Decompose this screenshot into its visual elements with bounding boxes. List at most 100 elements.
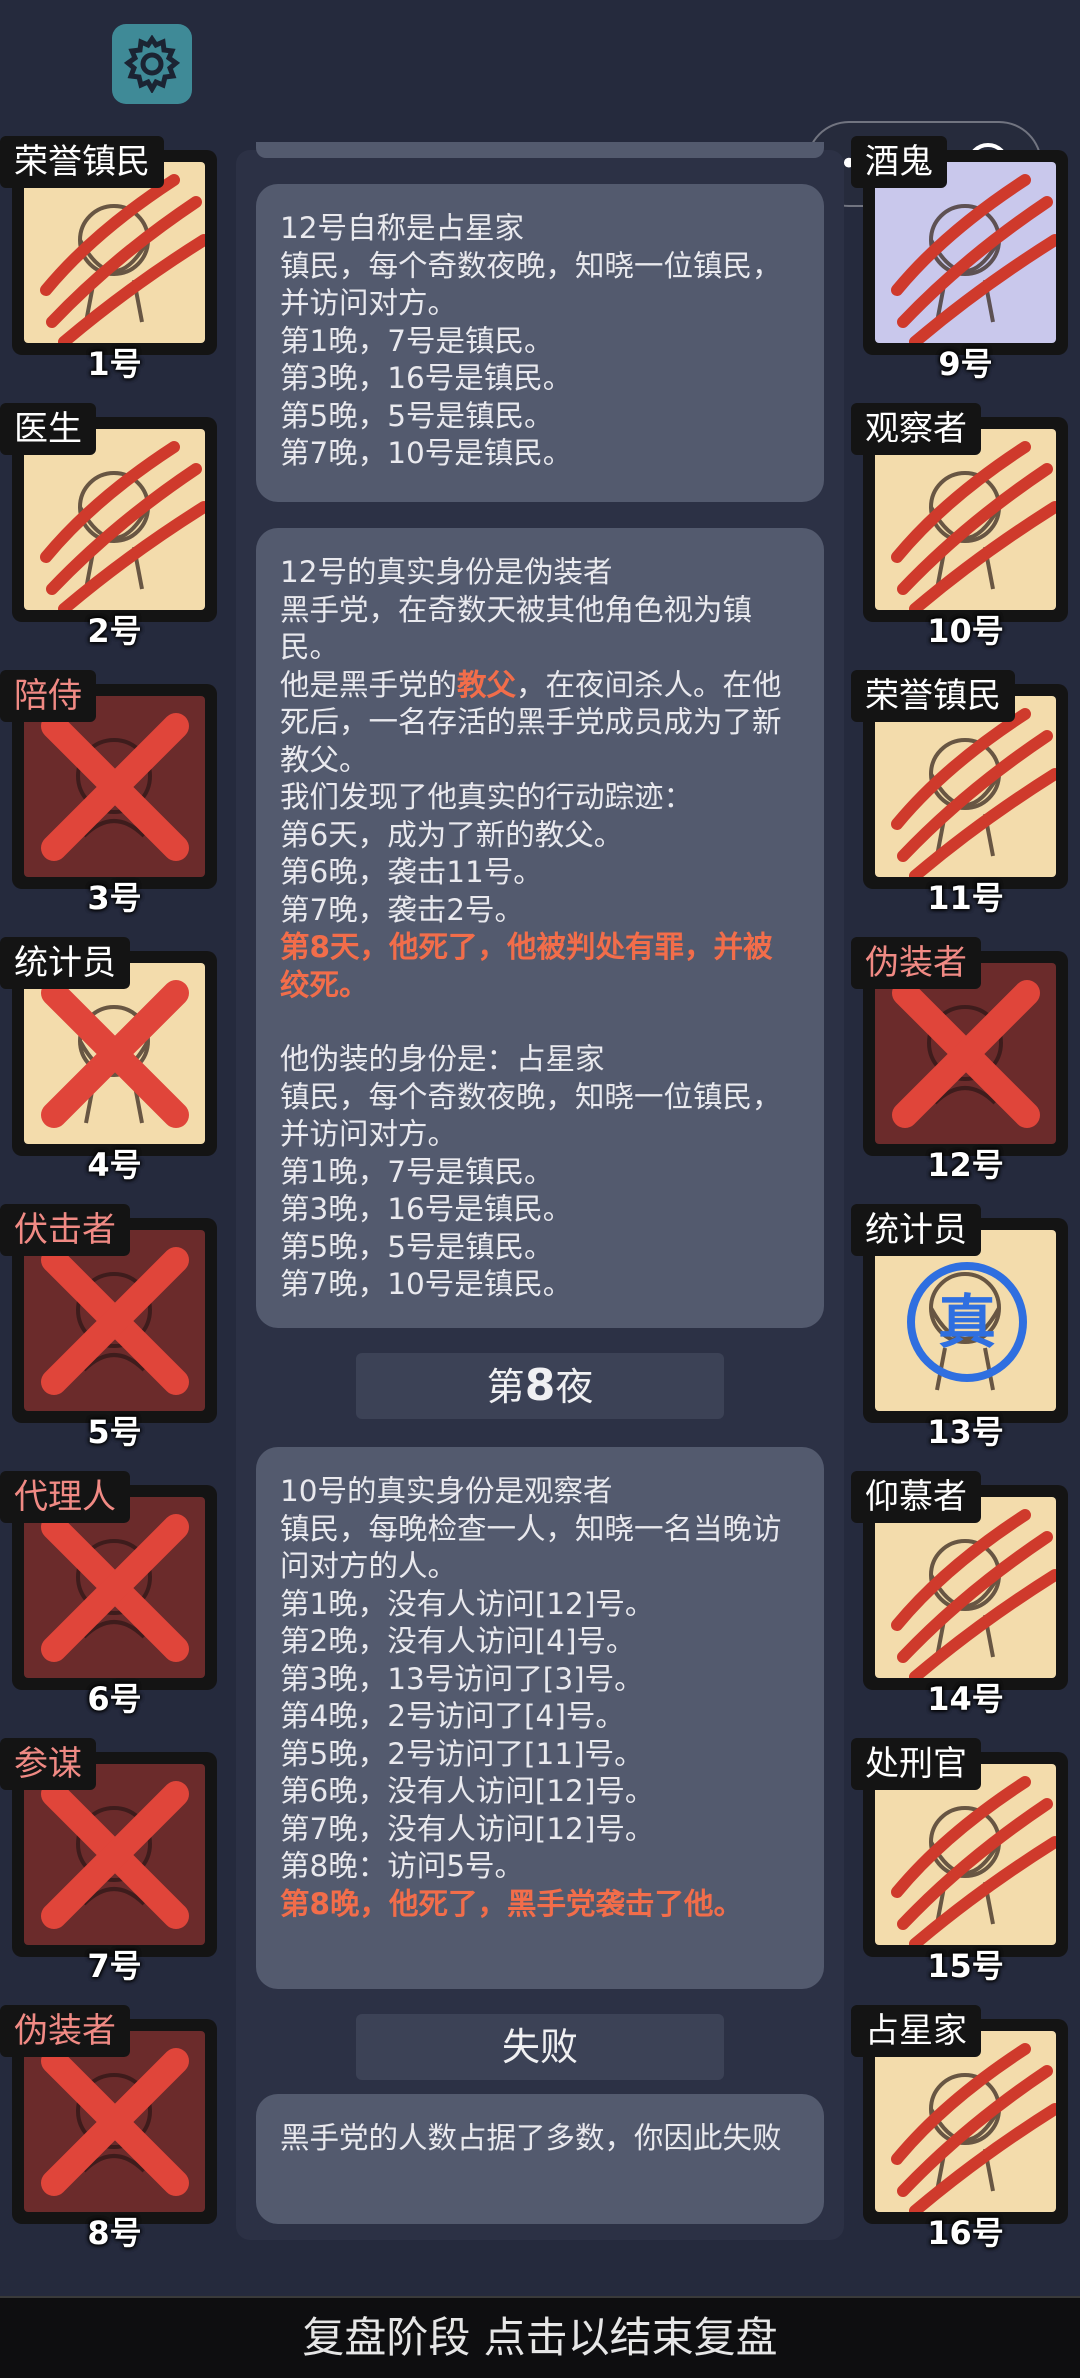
- role-portrait: 真: [875, 1230, 1056, 1411]
- player-card-4号[interactable]: 统计员 4号: [0, 937, 217, 1184]
- claw-slash-icon: [891, 174, 1056, 343]
- log-line: 第1晚，7号是镇民。: [280, 1154, 554, 1189]
- player-card-8号[interactable]: 伪装者 8号: [0, 2005, 217, 2252]
- seat-number: 11号: [927, 879, 1004, 917]
- role-label: 伏击者: [0, 1204, 130, 1256]
- godfather-highlight: 教父: [457, 667, 517, 702]
- end-review-button[interactable]: 复盘阶段 点击以结束复盘: [0, 2296, 1080, 2378]
- log-line: 第4晚，2号访问了[4]号。: [280, 1699, 625, 1733]
- role-label: 处刑官: [851, 1738, 981, 1790]
- role-label: 统计员: [0, 937, 130, 989]
- role-label: 陪侍: [0, 670, 96, 722]
- seat-number: 3号: [87, 879, 142, 917]
- player-card-15号[interactable]: 处刑官 15号: [851, 1738, 1068, 1985]
- settings-button[interactable]: [112, 24, 192, 104]
- role-portrait: [875, 1764, 1056, 1945]
- player-card-10号[interactable]: 观察者 10号: [851, 403, 1068, 650]
- role-portrait: [24, 429, 205, 610]
- player-card-11号[interactable]: 荣誉镇民 11号: [851, 670, 1068, 917]
- seat-number: 8号: [87, 2214, 142, 2252]
- log-line: 10号的真实身份是观察者: [280, 1474, 613, 1508]
- red-cross-icon: [892, 980, 1040, 1128]
- seat-number: 10号: [927, 612, 1004, 650]
- log-prev-bubble-edge: [256, 142, 824, 158]
- log-bubble-identity: 12号的真实身份是伪装者 黑手党，在奇数天被其他角色视为镇民。 他是黑手党的教父…: [256, 528, 824, 1328]
- log-bubble-claim: 12号自称是占星家 镇民，每个奇数夜晚，知晓一位镇民，并访问对方。 第1晚，7号…: [256, 184, 824, 502]
- player-card-1号[interactable]: 荣誉镇民 1号: [0, 136, 217, 383]
- player-card-9号[interactable]: 酒鬼 9号: [851, 136, 1068, 383]
- log-line: 第6晚，没有人访问[12]号。: [280, 1774, 655, 1808]
- log-line: 第1晚，7号是镇民。: [280, 323, 554, 358]
- night-divider: 第8夜: [356, 1353, 724, 1419]
- seat-number: 1号: [87, 345, 142, 383]
- player-card-5号[interactable]: 伏击者 5号: [0, 1204, 217, 1451]
- log-line: 镇民，每晚检查一人，知晓一名当晚访问对方的人。: [280, 1511, 782, 1584]
- log-line: 第7晚，10号是镇民。: [280, 436, 573, 470]
- role-portrait: [875, 429, 1056, 610]
- seat-number: 14号: [927, 1680, 1004, 1718]
- log-line: 第5晚，5号是镇民。: [280, 398, 554, 433]
- role-portrait: [875, 2031, 1056, 2212]
- seat-number: 5号: [87, 1413, 142, 1451]
- log-bubble-observer: 10号的真实身份是观察者 镇民，每晚检查一人，知晓一名当晚访问对方的人。 第1晚…: [256, 1447, 824, 1989]
- role-portrait: [24, 1497, 205, 1678]
- result-divider: 失败: [356, 2014, 724, 2080]
- role-portrait: [24, 1230, 205, 1411]
- log-line: 第7晚，10号是镇民。: [280, 1267, 573, 1301]
- log-line: 第7晚，没有人访问[12]号。: [280, 1811, 655, 1846]
- player-card-2号[interactable]: 医生 2号: [0, 403, 217, 650]
- player-card-14号[interactable]: 仰慕者 14号: [851, 1471, 1068, 1718]
- player-card-13号[interactable]: 真 统计员 13号: [851, 1204, 1068, 1451]
- player-card-7号[interactable]: 参谋 7号: [0, 1738, 217, 1985]
- log-line: 12号自称是占星家: [280, 211, 525, 245]
- true-stamp-label: 真: [938, 1288, 996, 1356]
- log-bubble-result: 黑手党的人数占据了多数，你因此失败: [256, 2094, 824, 2224]
- death-line: 第8晚，他死了，黑手党袭击了他。: [280, 1886, 744, 1921]
- seat-number: 15号: [927, 1947, 1004, 1985]
- role-portrait: [24, 696, 205, 877]
- seat-number: 2号: [87, 612, 142, 650]
- role-label: 代理人: [0, 1471, 130, 1523]
- role-label: 仰慕者: [851, 1471, 981, 1523]
- seat-number: 7号: [87, 1947, 142, 1985]
- red-cross-icon: [41, 1514, 189, 1662]
- seat-number: 6号: [87, 1680, 142, 1718]
- role-portrait: [875, 1497, 1056, 1678]
- night-number: 8: [524, 1360, 556, 1411]
- role-portrait: [875, 963, 1056, 1144]
- log-line: 黑手党，在奇数天被其他角色视为镇民。: [280, 592, 753, 665]
- seat-number: 12号: [927, 1146, 1004, 1184]
- death-line: 第8天，他死了，他被判处有罪，并被绞死。: [280, 930, 773, 1002]
- log-line: 第5晚，2号访问了[11]号。: [280, 1736, 644, 1771]
- player-card-6号[interactable]: 代理人 6号: [0, 1471, 217, 1718]
- role-label: 荣誉镇民: [851, 670, 1015, 722]
- log-line: 第3晚，16号是镇民。: [280, 361, 573, 395]
- role-label: 参谋: [0, 1738, 96, 1790]
- role-portrait: [24, 1764, 205, 1945]
- log-line: 镇民，每个奇数夜晚，知晓一位镇民，并访问对方。: [280, 1079, 782, 1152]
- red-cross-icon: [41, 1781, 189, 1929]
- player-card-3号[interactable]: 陪侍 3号: [0, 670, 217, 917]
- player-card-12号[interactable]: 伪装者 12号: [851, 937, 1068, 1184]
- role-label: 伪装者: [0, 2005, 130, 2057]
- role-label: 荣誉镇民: [0, 136, 164, 188]
- role-label: 统计员: [851, 1204, 981, 1256]
- claw-slash-icon: [891, 1776, 1056, 1945]
- claw-slash-icon: [40, 441, 205, 610]
- role-label: 伪装者: [851, 937, 981, 989]
- red-cross-icon: [41, 1247, 189, 1395]
- player-card-16号[interactable]: 占星家 16号: [851, 2005, 1068, 2252]
- log-line: 第6天，成为了新的教父。: [280, 817, 624, 852]
- log-line: 他伪装的身份是：占星家: [280, 1042, 605, 1076]
- log-line: 我们发现了他真实的行动踪迹：: [280, 780, 694, 814]
- log-line: 第1晚，没有人访问[12]号。: [280, 1586, 655, 1621]
- log-line: 第3晚，16号是镇民。: [280, 1192, 573, 1226]
- claw-slash-icon: [891, 2043, 1056, 2212]
- red-cross-icon: [41, 2048, 189, 2196]
- claw-slash-icon: [891, 441, 1056, 610]
- claw-slash-icon: [891, 1509, 1056, 1678]
- role-portrait: [875, 696, 1056, 877]
- log-text: 他是黑手党的: [280, 667, 458, 702]
- night-prefix: 第: [486, 1365, 525, 1409]
